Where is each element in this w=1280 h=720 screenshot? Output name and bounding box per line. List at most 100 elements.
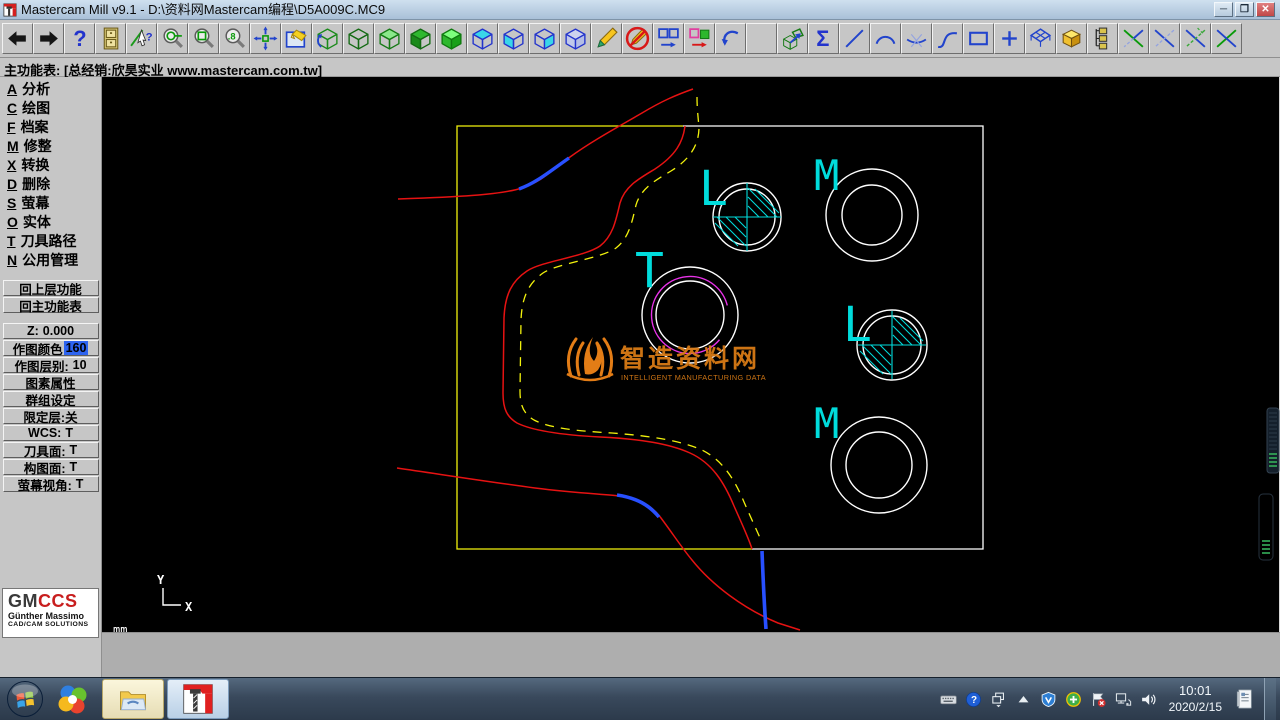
sidebar-item-toolpaths[interactable]: T 刀具路径 [0, 232, 101, 251]
sketch-icon[interactable] [591, 23, 622, 54]
mastercam-app-icon [3, 2, 17, 17]
maximize-button[interactable]: ❐ [1235, 2, 1254, 17]
top-view-icon[interactable] [374, 23, 405, 54]
action-center-flag-icon[interactable] [1090, 690, 1108, 708]
taskbar-mastercam-button[interactable] [167, 679, 229, 719]
plunge-line[interactable] [760, 550, 768, 630]
window-bottom-strip [102, 632, 1280, 677]
copy-offset-icon[interactable] [653, 23, 684, 54]
soft-keyboard-tray-icon[interactable] [940, 690, 958, 708]
cplane-side-icon[interactable] [529, 23, 560, 54]
tool-plane-button[interactable]: 刀具面: T [2, 442, 99, 459]
drawing-canvas[interactable]: L M T L M 智造资料网 INTELLIGENT MANUFACTURIN… [102, 77, 1280, 632]
isometric-view-icon[interactable] [343, 23, 374, 54]
taskbar-clock[interactable]: 10:01 2020/2/15 [1169, 683, 1222, 714]
sidebar-item-file[interactable]: F 档案 [0, 118, 101, 137]
help-tray-icon[interactable]: ? [965, 690, 983, 708]
create-point-icon[interactable] [994, 23, 1025, 54]
file-manager-icon[interactable] [95, 23, 126, 54]
create-surface-icon[interactable] [1025, 23, 1056, 54]
start-button[interactable] [6, 680, 44, 718]
trim-one-entity-icon[interactable] [1118, 23, 1149, 54]
unit-label: mm [113, 623, 127, 632]
cplane-top-icon[interactable] [467, 23, 498, 54]
zoom-dynamic-icon[interactable] [157, 23, 188, 54]
sidebar-item-screen[interactable]: S 萤幕 [0, 194, 101, 213]
break-entity-icon[interactable] [1211, 23, 1242, 54]
notes-tray-icon[interactable] [1233, 684, 1257, 714]
help-icon[interactable]: ? [64, 23, 95, 54]
main-menu-button[interactable]: 回主功能表 [2, 297, 99, 314]
trim-two-entities-icon[interactable] [1149, 23, 1180, 54]
sidebar-item-solids[interactable]: O 实体 [0, 213, 101, 232]
limit-level-button[interactable]: 限定层: 关 [2, 408, 99, 425]
create-rectangle-icon[interactable] [963, 23, 994, 54]
wcs-button[interactable]: WCS: T [2, 425, 99, 441]
trim-divide-icon[interactable] [901, 23, 932, 54]
construction-plane-button[interactable]: 构图面: T [2, 459, 99, 476]
title-bar[interactable]: Mastercam Mill v9.1 - D:\资料网Mastercam编程\… [0, 0, 1280, 20]
sidebar-item-delete[interactable]: D 删除 [0, 175, 101, 194]
solid-extrude-icon[interactable] [777, 23, 808, 54]
undo-icon[interactable] [715, 23, 746, 54]
sidebar-item-modify[interactable]: M 修整 [0, 137, 101, 156]
operations-manager-icon[interactable] [1087, 23, 1118, 54]
shade-icon[interactable] [746, 23, 777, 54]
security-shield-tray-icon[interactable] [1040, 690, 1058, 708]
delete-icon[interactable] [622, 23, 653, 54]
axis-x-label: X [185, 600, 193, 614]
hole-label-L-right[interactable]: L [843, 297, 872, 353]
network-tray-icon[interactable] [1115, 690, 1133, 708]
pan-icon[interactable] [250, 23, 281, 54]
create-arc-icon[interactable] [870, 23, 901, 54]
side-scroll-widget[interactable] [1258, 407, 1280, 561]
side-view-icon[interactable] [436, 23, 467, 54]
close-button[interactable]: ✕ [1256, 2, 1275, 17]
calculator-icon[interactable]: Σ [808, 23, 839, 54]
graphics-view-button[interactable]: 萤幕视角: T [2, 476, 99, 493]
zoom-previous-icon[interactable]: .8 [219, 23, 250, 54]
sidebar-item-analyze[interactable]: A 分析 [0, 80, 101, 99]
groups-button[interactable]: 群组设定 [2, 391, 99, 408]
safety-plus-tray-icon[interactable] [1065, 690, 1083, 708]
zoom-window-icon[interactable] [188, 23, 219, 54]
show-desktop-button[interactable] [1264, 677, 1276, 720]
forward-icon[interactable] [33, 23, 64, 54]
window-popup-tray-icon[interactable] [990, 690, 1008, 708]
minimize-button[interactable]: ─ [1214, 2, 1233, 17]
create-line-icon[interactable] [839, 23, 870, 54]
feed-segment-bottom[interactable] [616, 493, 661, 519]
hole-label-M-bottom[interactable]: M [814, 399, 839, 448]
hole-M-bottom[interactable] [830, 416, 928, 514]
back-icon[interactable] [2, 23, 33, 54]
trim-three-entities-icon[interactable] [1180, 23, 1211, 54]
repaint-icon[interactable] [281, 23, 312, 54]
create-spline-icon[interactable] [932, 23, 963, 54]
volume-tray-icon[interactable] [1140, 690, 1158, 708]
cplane-3d-icon[interactable] [560, 23, 591, 54]
draw-color-button[interactable]: 作图颜色 160 [2, 340, 99, 357]
draw-level-button[interactable]: 作图层别: 10 [2, 357, 99, 374]
spline-top[interactable] [397, 88, 694, 200]
create-solid-icon[interactable] [1056, 23, 1087, 54]
sidebar-item-nc-utils[interactable]: N 公用管理 [0, 251, 101, 270]
cplane-front-icon[interactable] [498, 23, 529, 54]
hole-M-top[interactable] [825, 168, 919, 262]
z-depth-button[interactable]: Z: 0.000 [2, 323, 99, 339]
hole-label-L-top[interactable]: L [699, 161, 728, 217]
hole-label-M-top[interactable]: M [814, 151, 839, 200]
hole-label-T[interactable]: T [635, 243, 664, 299]
analyze-point-icon[interactable]: ? [126, 23, 157, 54]
mastercam-taskbar-icon [183, 684, 213, 714]
taskbar-explorer-button[interactable] [102, 679, 164, 719]
rotate-view-icon[interactable] [312, 23, 343, 54]
backup-menu-button[interactable]: 回上层功能 [2, 280, 99, 297]
front-view-icon[interactable] [405, 23, 436, 54]
attributes-button[interactable]: 图素属性 [2, 374, 99, 391]
sidebar-item-xform[interactable]: X 转换 [0, 156, 101, 175]
show-hidden-icons-button[interactable] [1015, 690, 1033, 708]
antivirus-pinwheel-icon[interactable] [54, 680, 92, 718]
feed-segment-top[interactable] [518, 156, 570, 191]
transform-icon[interactable] [684, 23, 715, 54]
sidebar-item-create[interactable]: C 绘图 [0, 99, 101, 118]
